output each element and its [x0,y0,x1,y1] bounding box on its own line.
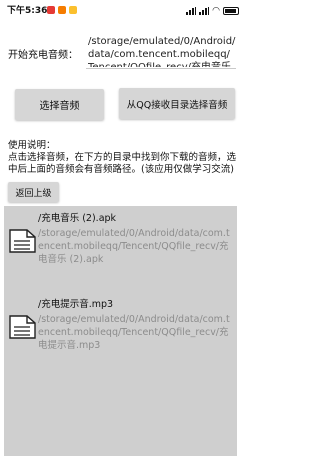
status-bar: 下午5:36 ◠ [0,0,244,22]
instructions-title: 使用说明： [8,140,56,151]
signal-icon [186,7,197,15]
file-name: /充电提示音.mp3 [38,299,114,310]
yellow-app-icon [69,6,77,14]
wifi-icon: ◠ [212,6,220,16]
select-from-qq-button[interactable]: 从QQ接收目录选择音频 [119,88,235,119]
select-audio-button[interactable]: 选择音频 [15,89,104,120]
instructions: 使用说明： 点击选择音频，在下方的目录中找到你下载的音频，选中后上面的音频会有音… [8,140,238,176]
path-underline [86,68,236,69]
battery-icon [223,7,239,15]
file-icon [9,229,36,253]
file-name: /充电音乐 (2).apk [38,213,117,224]
signal-icon [199,7,210,15]
status-right-icons: ◠ [186,0,239,22]
file-list: /充电音乐 (2).apk /storage/emulated/0/Androi… [4,206,237,456]
status-time: 下午5:36 [7,6,48,16]
notification-icons [47,6,77,14]
red-app-icon [47,6,55,14]
list-item[interactable]: /充电音乐 (2).apk /storage/emulated/0/Androi… [4,206,237,286]
instructions-body: 点击选择音频，在下方的目录中找到你下载的音频，选中后上面的音频会有音频路径。(该… [8,152,237,175]
path-label: 开始充电音频： [8,50,78,61]
file-path: /storage/emulated/0/Android/data/com.ten… [38,228,230,265]
list-item[interactable]: /充电提示音.mp3 /storage/emulated/0/Android/d… [4,292,237,372]
orange-app-icon [58,6,66,14]
audio-path-field[interactable]: /storage/emulated/0/Android/data/com.ten… [88,35,236,67]
file-icon [9,315,36,339]
back-up-button[interactable]: 返回上级 [8,182,59,202]
file-path: /storage/emulated/0/Android/data/com.ten… [38,314,230,351]
